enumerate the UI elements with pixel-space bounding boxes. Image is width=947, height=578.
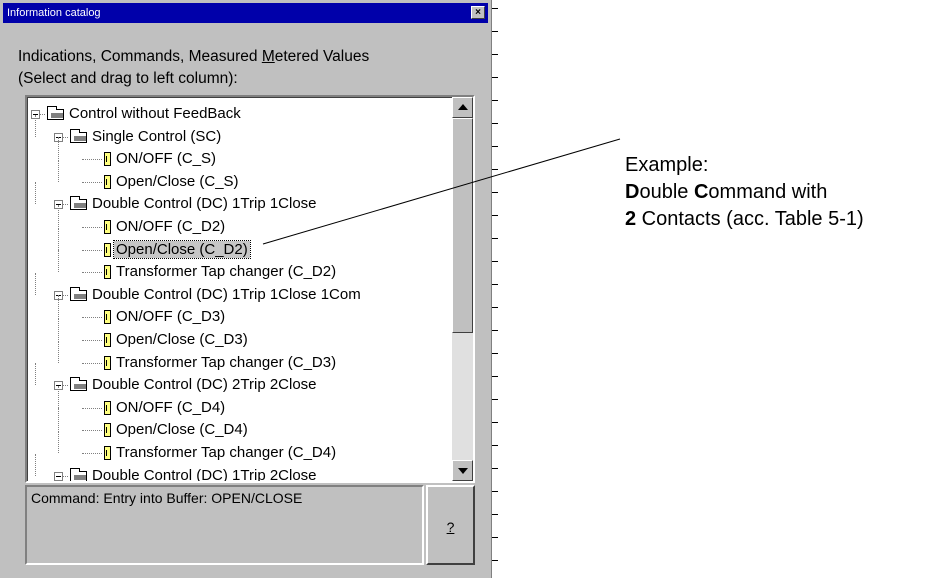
annotation-bold-c: C [693,181,709,203]
callout-line [262,138,621,245]
example-annotation: Example: Double Command with 2 Contacts … [625,152,864,233]
annotation-bold-2: 2 [625,208,637,230]
annotation-text-contacts: Contacts (acc. Table 5-1) [636,208,864,230]
annotation-line1: Example: [625,154,709,176]
callout-leader [262,138,621,245]
annotation-line2: Double Command with [625,179,864,206]
annotation-text-ouble: ouble [639,181,694,203]
annotation-line3: 2 Contacts (acc. Table 5-1) [625,206,864,233]
annotation-text-ommand: ommand with [708,181,828,203]
annotation-bold-d: D [625,181,640,203]
